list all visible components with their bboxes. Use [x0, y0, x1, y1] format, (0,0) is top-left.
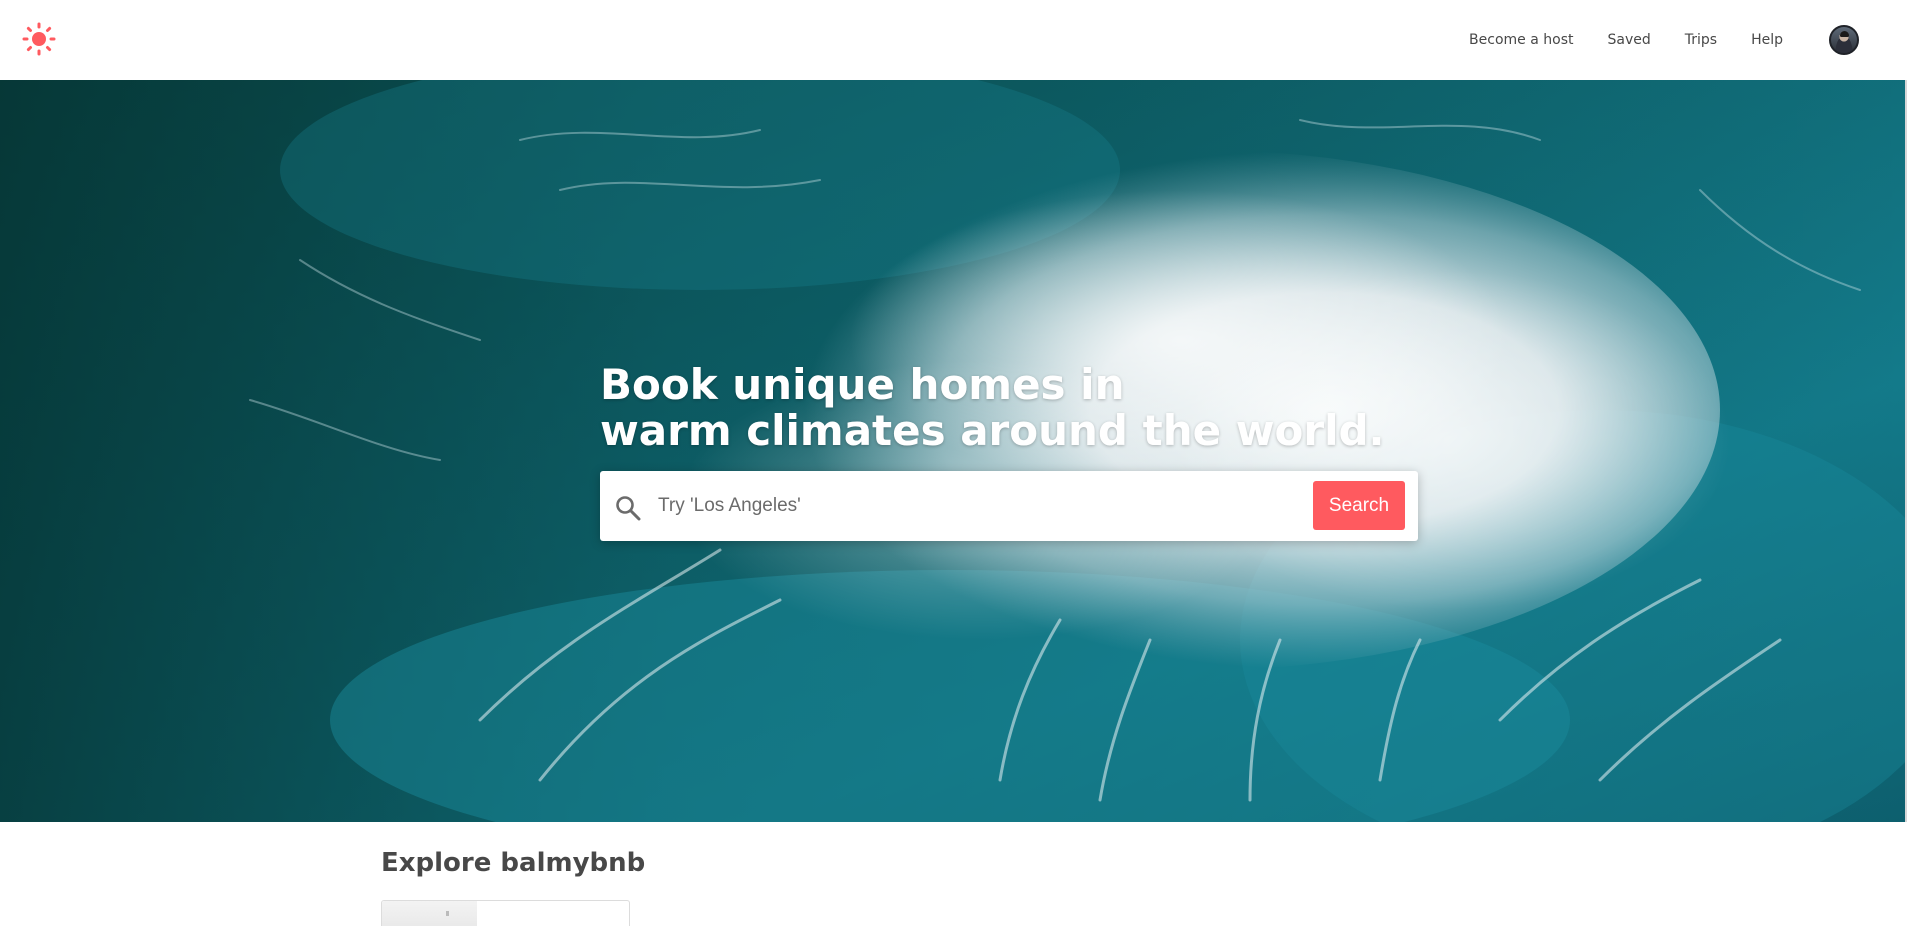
- top-navigation-bar: Become a host Saved Trips Help: [0, 0, 1907, 80]
- search-input[interactable]: [658, 483, 1298, 529]
- sun-logo-icon[interactable]: [22, 22, 56, 56]
- hero-banner: Book unique homes in warm climates aroun…: [0, 80, 1907, 822]
- headline-line-2: warm climates around the world.: [600, 406, 1385, 455]
- page: Become a host Saved Trips Help Book uniq…: [0, 0, 1907, 926]
- nav-trips[interactable]: Trips: [1685, 32, 1717, 48]
- search-button[interactable]: Search: [1313, 481, 1405, 530]
- user-avatar[interactable]: [1829, 25, 1859, 55]
- search-bar: Search: [600, 471, 1418, 541]
- explore-section-title: Explore balmybnb: [381, 848, 646, 878]
- headline-line-1: Book unique homes in: [600, 360, 1125, 409]
- search-icon: [614, 494, 642, 522]
- nav-saved[interactable]: Saved: [1607, 32, 1650, 48]
- listing-thumbnail-image: [382, 901, 477, 926]
- nav-become-a-host[interactable]: Become a host: [1469, 32, 1573, 48]
- nav-help[interactable]: Help: [1751, 32, 1783, 48]
- main-nav: Become a host Saved Trips Help: [1469, 0, 1907, 80]
- listing-card[interactable]: [381, 900, 630, 926]
- hero-headline: Book unique homes in warm climates aroun…: [600, 360, 1385, 455]
